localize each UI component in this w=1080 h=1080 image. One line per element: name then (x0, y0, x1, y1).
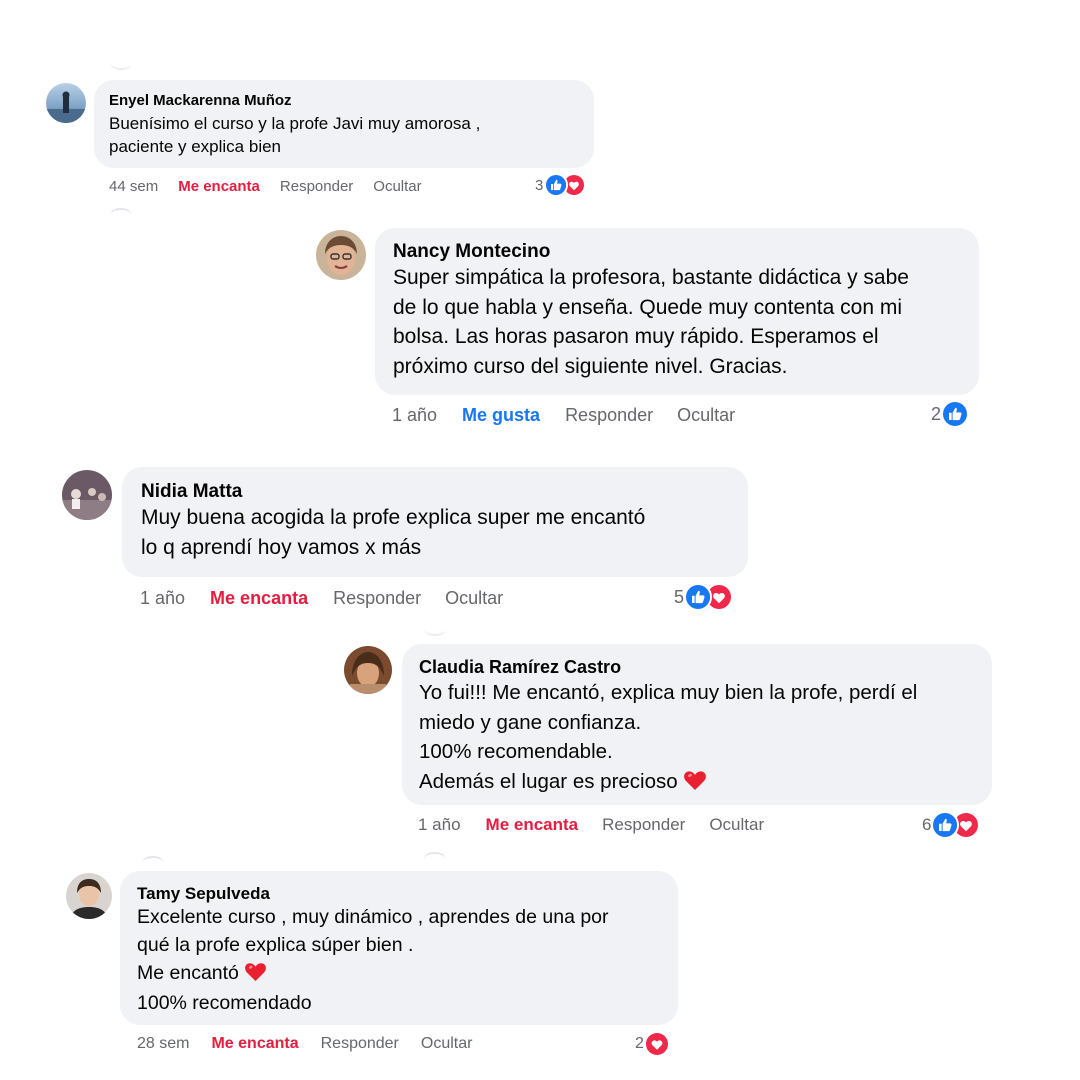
like-icon (544, 173, 569, 197)
love-reaction-button[interactable]: Me encanta (178, 178, 260, 195)
avatar[interactable] (316, 230, 366, 280)
hide-button[interactable]: Ocultar (677, 405, 735, 426)
comment-author[interactable]: Claudia Ramírez Castro (419, 656, 975, 678)
comment-line: Además el lugar es precioso (419, 767, 975, 800)
thread-line (110, 208, 132, 222)
reaction-count: 2 (931, 403, 942, 424)
comment-timestamp[interactable]: 44 sem (109, 178, 158, 195)
hide-button[interactable]: Ocultar (373, 178, 421, 195)
love-icon (643, 1031, 670, 1057)
comment-actions: 1 año Me encanta Responder Ocultar (418, 814, 764, 836)
hide-button[interactable]: Ocultar (709, 815, 764, 835)
reply-button[interactable]: Responder (565, 405, 653, 426)
comment-timestamp[interactable]: 1 año (140, 588, 185, 609)
reactions-summary[interactable]: 6 (922, 811, 981, 839)
comment-line: 100% recomendado (137, 992, 312, 1015)
comment-line: 100% recomendable. (419, 740, 613, 763)
comment-bubble: Tamy Sepulveda Excelente curso , muy din… (120, 871, 678, 1025)
hide-button[interactable]: Ocultar (421, 1035, 473, 1053)
comment-bubble: Enyel Mackarenna Muñoz Buenísimo el curs… (94, 80, 594, 168)
thread-line (424, 852, 446, 866)
reply-button[interactable]: Responder (602, 815, 685, 835)
comment-line: Buenísimo el curso y la profe Javi muy a… (109, 114, 481, 133)
comment-line: Me encantó (137, 960, 661, 991)
comment-text: Muy buena acogida la profe explica super… (141, 503, 729, 562)
comment-author[interactable]: Nidia Matta (141, 481, 729, 503)
thread-line (142, 856, 164, 870)
comment-author[interactable]: Nancy Montecino (393, 241, 961, 263)
comment-line: paciente y explica bien (109, 137, 282, 156)
comment-timestamp[interactable]: 28 sem (137, 1035, 189, 1053)
avatar[interactable] (62, 470, 112, 520)
comment-actions: 1 año Me gusta Responder Ocultar (392, 403, 735, 427)
comment-bubble: Claudia Ramírez Castro Yo fui!!! Me enca… (402, 644, 992, 805)
thread-line (110, 56, 132, 70)
comment-text: Yo fui!!! Me encantó, explica muy bien l… (419, 678, 975, 799)
comment-line: miedo y gane confianza. (419, 710, 642, 734)
comment-line-text: Además el lugar es precioso (419, 769, 678, 793)
comment-line-text: Me encantó (137, 961, 239, 984)
reply-button[interactable]: Responder (321, 1035, 399, 1053)
reactions-summary[interactable]: 3 (535, 173, 587, 197)
red-heart-icon (244, 961, 267, 991)
reactions-summary[interactable]: 5 (674, 583, 734, 611)
comment-actions: 28 sem Me encanta Responder Ocultar (137, 1034, 472, 1054)
comment-text: Excelente curso , muy dinámico , aprende… (137, 904, 661, 1018)
comment-actions: 44 sem Me encanta Responder Ocultar (109, 176, 422, 196)
comment-timestamp[interactable]: 1 año (418, 815, 461, 835)
reaction-count: 3 (535, 176, 544, 194)
comment-line: Muy buena acogida la profe explica super… (141, 506, 646, 529)
love-reaction-button[interactable]: Me encanta (210, 588, 308, 609)
like-reaction-button[interactable]: Me gusta (462, 405, 540, 426)
red-heart-icon (683, 769, 707, 800)
reply-button[interactable]: Responder (333, 588, 421, 609)
reaction-count: 6 (922, 815, 932, 834)
thread-line (424, 622, 446, 636)
comment-bubble: Nancy Montecino Super simpática la profe… (375, 228, 979, 395)
comment-line: Excelente curso , muy dinámico , aprende… (137, 906, 609, 928)
comment-bubble: Nidia Matta Muy buena acogida la profe e… (122, 467, 748, 577)
avatar[interactable] (344, 646, 392, 694)
comment-text: Super simpática la profesora, bastante d… (393, 263, 961, 381)
comment-line: de lo que habla y enseña. Quede muy cont… (393, 295, 903, 319)
hide-button[interactable]: Ocultar (445, 588, 503, 609)
comment-line: próximo curso del siguiente nivel. Graci… (393, 354, 788, 378)
like-icon (684, 583, 713, 611)
reactions-summary[interactable]: 2 (931, 400, 970, 428)
reaction-count: 5 (674, 586, 685, 607)
comment-line: lo q aprendí hoy vamos x más (141, 535, 422, 559)
comment-line: Yo fui!!! Me encantó, explica muy bien l… (419, 681, 918, 704)
comment-actions: 1 año Me encanta Responder Ocultar (140, 586, 503, 610)
comment-author[interactable]: Enyel Mackarenna Muñoz (109, 92, 579, 109)
reaction-count: 2 (635, 1035, 644, 1052)
comment-line: Super simpática la profesora, bastante d… (393, 266, 909, 289)
comment-author[interactable]: Tamy Sepulveda (137, 883, 661, 904)
like-icon (941, 400, 970, 428)
avatar[interactable] (46, 83, 86, 123)
like-icon (931, 811, 960, 839)
comment-timestamp[interactable]: 1 año (392, 405, 437, 426)
reactions-summary[interactable]: 2 (635, 1031, 670, 1057)
comment-line: bolsa. Las horas pasaron muy rápido. Esp… (393, 325, 879, 348)
comment-text: Buenísimo el curso y la profe Javi muy a… (109, 112, 579, 158)
reply-button[interactable]: Responder (280, 178, 353, 195)
avatar[interactable] (66, 873, 112, 919)
love-reaction-button[interactable]: Me encanta (486, 815, 579, 835)
comment-line: qué la profe explica súper bien . (137, 933, 414, 956)
love-reaction-button[interactable]: Me encanta (211, 1035, 298, 1053)
